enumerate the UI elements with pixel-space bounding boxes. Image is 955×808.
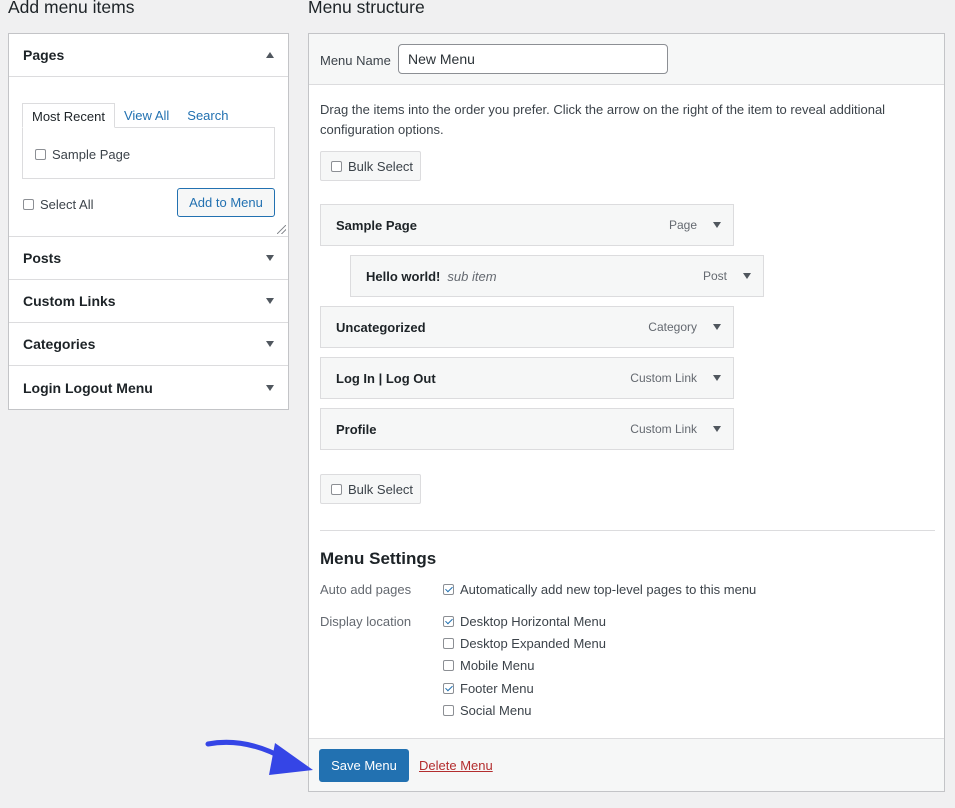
save-menu-button[interactable]: Save Menu	[319, 749, 409, 782]
section-categories-label: Categories	[23, 336, 96, 352]
auto-add-checkbox[interactable]	[443, 584, 454, 595]
tab-view-all[interactable]: View All	[115, 103, 178, 128]
auto-add-pages-option[interactable]: Automatically add new top-level pages to…	[443, 582, 756, 597]
section-login-logout-menu[interactable]: Login Logout Menu	[9, 366, 288, 409]
page-item-sample-page[interactable]: Sample Page	[35, 147, 130, 162]
pages-tabs: Most Recent View All Search	[22, 103, 237, 128]
menu-name-label: Menu Name	[320, 53, 391, 68]
menu-structure-title: Menu structure	[308, 0, 425, 17]
location-desktop-horizontal[interactable]: Desktop Horizontal Menu	[443, 614, 606, 629]
resize-grip-icon[interactable]	[277, 225, 286, 234]
bulk-select-top-button[interactable]: Bulk Select	[320, 151, 421, 181]
location-checkbox[interactable]	[443, 638, 454, 649]
menu-item-profile[interactable]: Profile Custom Link	[320, 408, 734, 450]
tab-search[interactable]: Search	[178, 103, 237, 128]
bulk-select-label: Bulk Select	[348, 158, 414, 174]
most-recent-panel: Sample Page	[22, 127, 275, 179]
annotation-arrow-icon	[205, 739, 313, 775]
location-desktop-expanded[interactable]: Desktop Expanded Menu	[443, 636, 606, 651]
menu-item-type: Category	[648, 320, 697, 334]
add-menu-items-panel: Pages Most Recent View All Search Sample…	[8, 33, 289, 410]
menu-item-title: Sample Page	[336, 217, 417, 233]
bulk-select-checkbox[interactable]	[331, 160, 342, 172]
menu-footer-bar: Save Menu Delete Menu	[309, 738, 944, 791]
bulk-select-bottom-button[interactable]: Bulk Select	[320, 474, 421, 504]
display-location-label: Display location	[320, 614, 412, 629]
settings-divider	[320, 530, 935, 531]
menu-item-uncategorized[interactable]: Uncategorized Category	[320, 306, 734, 348]
menu-item-type: Custom Link	[630, 422, 697, 436]
item-expand-arrow-icon[interactable]	[743, 273, 751, 279]
menu-name-bar: Menu Name	[309, 34, 944, 85]
location-checkbox[interactable]	[443, 705, 454, 716]
expand-arrow-icon[interactable]	[266, 298, 274, 304]
page-item-label: Sample Page	[52, 147, 131, 162]
add-to-menu-button[interactable]: Add to Menu	[177, 188, 275, 217]
item-expand-arrow-icon[interactable]	[713, 324, 721, 330]
sub-item-label: sub item	[447, 268, 497, 284]
menu-item-title: Hello world!	[366, 268, 441, 284]
location-checkbox[interactable]	[443, 683, 454, 694]
menu-name-input[interactable]	[398, 44, 668, 74]
pages-section-header[interactable]: Pages	[9, 34, 288, 77]
menu-item-sample-page[interactable]: Sample Page Page	[320, 204, 734, 246]
section-posts-label: Posts	[23, 250, 62, 266]
menu-item-title: Profile	[336, 421, 377, 437]
location-label: Mobile Menu	[460, 658, 535, 673]
menu-item-type: Custom Link	[630, 371, 697, 385]
menu-item-title: Log In | Log Out	[336, 370, 436, 386]
pages-heading: Pages	[23, 47, 65, 63]
collapse-arrow-icon[interactable]	[266, 52, 274, 58]
delete-menu-link[interactable]: Delete Menu	[419, 758, 493, 773]
section-custom-links-label: Custom Links	[23, 293, 116, 309]
location-label: Desktop Expanded Menu	[460, 636, 606, 651]
section-login-logout-label: Login Logout Menu	[23, 379, 153, 396]
location-checkbox[interactable]	[443, 616, 454, 627]
section-posts[interactable]: Posts	[9, 237, 288, 280]
sample-page-checkbox[interactable]	[35, 149, 46, 160]
location-label: Social Menu	[460, 703, 532, 718]
bulk-select-checkbox[interactable]	[331, 483, 342, 495]
location-label: Desktop Horizontal Menu	[460, 614, 606, 629]
drag-instructions: Drag the items into the order you prefer…	[320, 102, 886, 137]
item-expand-arrow-icon[interactable]	[713, 222, 721, 228]
expand-arrow-icon[interactable]	[266, 255, 274, 261]
tab-most-recent[interactable]: Most Recent	[22, 103, 115, 128]
menu-item-type: Page	[668, 218, 697, 232]
auto-add-pages-label: Auto add pages	[320, 582, 412, 597]
item-expand-arrow-icon[interactable]	[713, 426, 721, 432]
location-checkbox[interactable]	[443, 660, 454, 671]
menu-structure-panel: Menu Name Drag the items into the order …	[308, 33, 945, 792]
section-custom-links[interactable]: Custom Links	[9, 280, 288, 323]
menu-settings-title: Menu Settings	[320, 549, 437, 568]
pages-section-body: Most Recent View All Search Sample Page …	[9, 77, 288, 237]
expand-arrow-icon[interactable]	[266, 341, 274, 347]
location-label: Footer Menu	[460, 681, 534, 696]
expand-arrow-icon[interactable]	[266, 384, 274, 391]
item-expand-arrow-icon[interactable]	[713, 375, 721, 381]
add-menu-items-title: Add menu items	[8, 0, 135, 17]
menu-item-title: Uncategorized	[336, 319, 426, 335]
bulk-select-label: Bulk Select	[348, 481, 414, 497]
select-all-checkbox[interactable]	[23, 199, 34, 210]
section-categories[interactable]: Categories	[9, 323, 288, 366]
location-mobile[interactable]: Mobile Menu	[443, 658, 534, 673]
location-social[interactable]: Social Menu	[443, 703, 532, 718]
auto-add-option-label: Automatically add new top-level pages to…	[460, 582, 757, 597]
menu-item-log-in-log-out[interactable]: Log In | Log Out Custom Link	[320, 357, 734, 399]
location-footer[interactable]: Footer Menu	[443, 681, 534, 696]
menu-item-type: Post	[702, 269, 727, 283]
menu-item-hello-world[interactable]: Hello world! sub item Post	[350, 255, 764, 297]
select-all[interactable]: Select All	[23, 197, 93, 212]
select-all-label: Select All	[40, 197, 94, 212]
